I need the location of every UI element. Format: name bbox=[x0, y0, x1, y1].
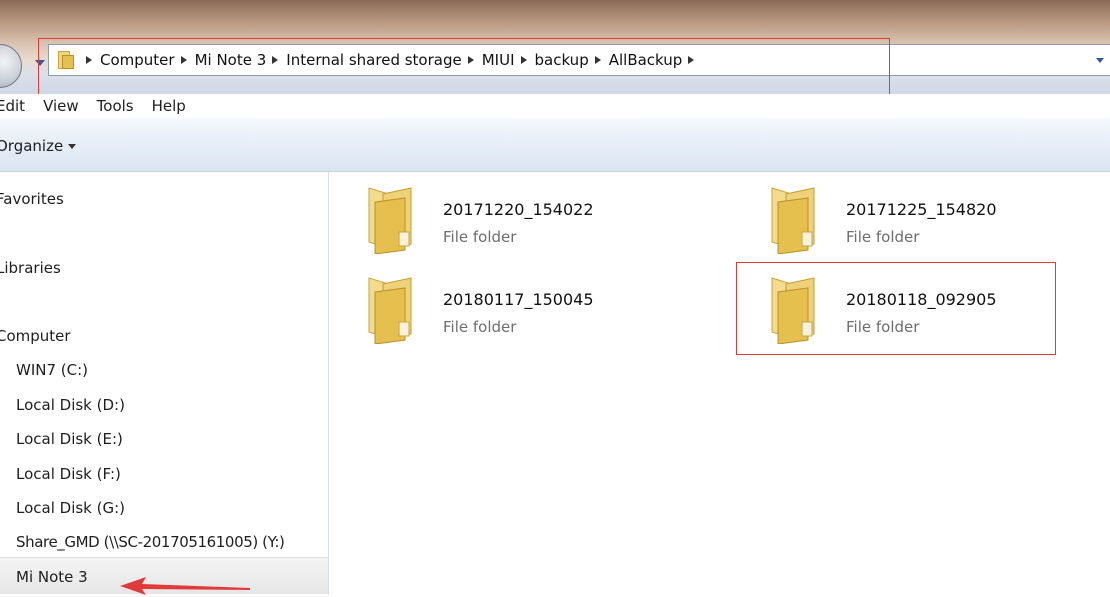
folder-item[interactable]: 20171220_154022 File folder bbox=[365, 184, 665, 264]
nav-libraries[interactable]: Libraries bbox=[0, 259, 61, 277]
menu-help[interactable]: Help bbox=[152, 97, 186, 115]
navigation-pane: Favorites Libraries Computer WIN7 (C:) L… bbox=[0, 172, 329, 595]
folder-icon bbox=[771, 277, 815, 344]
nav-drive-g[interactable]: Local Disk (G:) bbox=[16, 499, 125, 517]
breadcrumb-allbackup[interactable]: AllBackup bbox=[609, 51, 683, 69]
folder-icon bbox=[58, 51, 74, 69]
recent-pages-icon[interactable] bbox=[35, 60, 45, 66]
chevron-right-icon[interactable] bbox=[520, 56, 527, 64]
breadcrumb-miui[interactable]: MIUI bbox=[482, 51, 515, 69]
nav-network-drive-y[interactable]: Share_GMD (\\SC-201705161005) (Y:) bbox=[16, 533, 285, 551]
folder-type: File folder bbox=[443, 318, 517, 336]
chevron-down-icon bbox=[68, 143, 77, 149]
organize-button[interactable]: Organize bbox=[0, 137, 77, 155]
breadcrumb-computer[interactable]: Computer bbox=[100, 51, 175, 69]
nav-drive-f[interactable]: Local Disk (F:) bbox=[16, 465, 121, 483]
folder-name: 20180118_092905 bbox=[846, 290, 997, 309]
chevron-right-icon[interactable] bbox=[272, 56, 279, 64]
chevron-right-icon[interactable] bbox=[86, 56, 92, 64]
address-bar[interactable]: Computer Mi Note 3 Internal shared stora… bbox=[48, 44, 1110, 76]
chevron-right-icon[interactable] bbox=[688, 56, 695, 64]
folder-name: 20171220_154022 bbox=[443, 200, 594, 219]
breadcrumb-internal-storage[interactable]: Internal shared storage bbox=[286, 51, 461, 69]
nav-computer[interactable]: Computer bbox=[0, 327, 71, 345]
breadcrumb-mi-note-3[interactable]: Mi Note 3 bbox=[195, 51, 267, 69]
folder-type: File folder bbox=[846, 228, 920, 246]
nav-mi-note-3[interactable]: Mi Note 3 bbox=[16, 568, 88, 586]
chevron-right-icon[interactable] bbox=[594, 56, 601, 64]
nav-drive-d[interactable]: Local Disk (D:) bbox=[16, 396, 125, 414]
organize-label: Organize bbox=[0, 137, 64, 155]
chevron-right-icon[interactable] bbox=[180, 56, 187, 64]
folder-name: 20180117_150045 bbox=[443, 290, 594, 309]
folder-type: File folder bbox=[846, 318, 920, 336]
file-list: 20171220_154022 File folder 20171225_154… bbox=[329, 172, 1110, 595]
menu-view[interactable]: View bbox=[43, 97, 79, 115]
menu-edit[interactable]: Edit bbox=[0, 97, 25, 115]
command-toolbar: Organize bbox=[0, 118, 1110, 172]
folder-name: 20171225_154820 bbox=[846, 200, 997, 219]
folder-icon bbox=[771, 187, 815, 254]
menu-bar: Edit View Tools Help bbox=[0, 94, 1110, 118]
nav-favorites[interactable]: Favorites bbox=[0, 190, 64, 208]
nav-drive-e[interactable]: Local Disk (E:) bbox=[16, 430, 123, 448]
folder-item[interactable]: 20171225_154820 File folder bbox=[768, 184, 1068, 264]
menu-tools[interactable]: Tools bbox=[97, 97, 134, 115]
nav-drive-c[interactable]: WIN7 (C:) bbox=[16, 361, 88, 379]
folder-icon bbox=[368, 277, 412, 344]
folder-type: File folder bbox=[443, 228, 517, 246]
address-dropdown-icon[interactable] bbox=[1096, 58, 1104, 63]
breadcrumb-backup[interactable]: backup bbox=[535, 51, 589, 69]
folder-item[interactable]: 20180118_092905 File folder bbox=[768, 274, 1068, 354]
folder-item[interactable]: 20180117_150045 File folder bbox=[365, 274, 665, 354]
chevron-right-icon[interactable] bbox=[467, 56, 474, 64]
folder-icon bbox=[368, 187, 412, 254]
